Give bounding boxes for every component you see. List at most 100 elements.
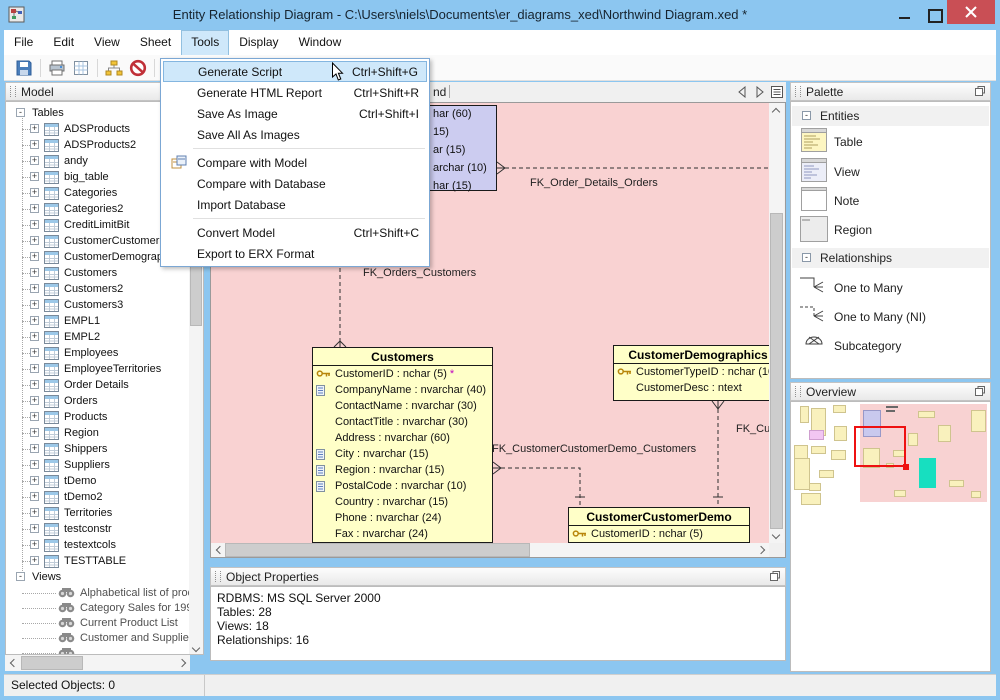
menu-item-compare-with-model[interactable]: Compare with Model [163, 152, 427, 173]
print-icon[interactable] [45, 58, 69, 78]
menu-window[interactable]: Window [289, 30, 352, 55]
tree-toggle[interactable]: + [30, 508, 39, 517]
float-panel-icon[interactable] [770, 570, 780, 584]
tree-toggle[interactable]: + [30, 380, 39, 389]
tree-toggle[interactable]: + [30, 428, 39, 437]
block-icon[interactable] [126, 58, 150, 78]
entity-column[interactable]: CustomerID : nchar (5) [569, 526, 749, 542]
tree-toggle[interactable]: + [30, 348, 39, 357]
minimize-button[interactable] [899, 17, 910, 19]
overview-viewport-rect[interactable] [854, 426, 906, 467]
tree-node-table-testtable[interactable]: + TESTTABLE [6, 553, 189, 569]
tree-node-table-empl2[interactable]: + EMPL2 [6, 329, 189, 345]
tree-scroll-left-button[interactable] [5, 656, 19, 670]
tree-toggle[interactable]: + [30, 124, 39, 133]
float-panel-icon[interactable] [975, 85, 985, 99]
tree-node-table-orders[interactable]: + Orders [6, 393, 189, 409]
tree-toggle[interactable]: + [30, 156, 39, 165]
tree-toggle[interactable]: - [16, 108, 25, 117]
tab-next-icon[interactable] [755, 85, 765, 101]
palette-section-entities[interactable]: - Entities [792, 106, 989, 126]
panel-grip[interactable] [215, 571, 221, 582]
tab-list-icon[interactable] [771, 86, 783, 101]
tree-toggle[interactable]: + [30, 316, 39, 325]
tree-toggle[interactable]: + [30, 524, 39, 533]
menu-item-generate-script[interactable]: Generate Script Ctrl+Shift+G [163, 61, 427, 82]
entity-column[interactable]: ContactName : nvarchar (30) [313, 398, 492, 414]
palette-item-region[interactable]: Region [792, 216, 989, 244]
palette-item-note[interactable]: Note [792, 187, 989, 215]
entity-customers[interactable]: Customers CustomerID : nchar (5) * Compan… [312, 347, 493, 543]
menu-item-compare-with-database[interactable]: Compare with Database [163, 173, 427, 194]
tree-node-table-testextcols[interactable]: + testextcols [6, 537, 189, 553]
menu-item-export-to-erx-format[interactable]: Export to ERX Format [163, 243, 427, 264]
entity-column[interactable]: CustomerDesc : ntext [614, 380, 769, 396]
entity-column[interactable]: PostalCode : nvarchar (10) [313, 478, 492, 494]
menu-sheet[interactable]: Sheet [130, 30, 181, 55]
menu-edit[interactable]: Edit [43, 30, 84, 55]
collapse-icon[interactable]: - [802, 253, 811, 262]
entity-column[interactable]: Country : nvarchar (15) [313, 494, 492, 510]
entity-column[interactable]: Address : nvarchar (60) [313, 430, 492, 446]
diagram-vscroll-thumb[interactable] [770, 213, 783, 529]
panel-grip[interactable] [795, 386, 801, 397]
entity-column[interactable]: CustomerID : nchar (5) * [313, 366, 492, 382]
entity-column[interactable]: ContactTitle : nvarchar (30) [313, 414, 492, 430]
tree-node-views[interactable]: - Views [6, 569, 189, 585]
overview-minimap[interactable] [792, 403, 990, 519]
entity-column[interactable]: CustomerTypeID : nchar (10) [614, 364, 769, 380]
tree-scroll-down-button[interactable] [189, 642, 203, 654]
tree-toggle[interactable]: + [30, 412, 39, 421]
overview-viewport-handle[interactable] [903, 464, 909, 470]
tree-toggle[interactable]: + [30, 492, 39, 501]
entity-column[interactable]: Phone : nvarchar (24) [313, 510, 492, 526]
palette-item-one-to-many[interactable]: One to Many [792, 274, 989, 302]
tree-toggle[interactable]: + [30, 204, 39, 213]
palette-section-relationships[interactable]: - Relationships [792, 248, 989, 268]
tree-toggle[interactable]: + [30, 556, 39, 565]
tree-toggle[interactable]: + [30, 236, 39, 245]
entity-customer-demographics[interactable]: CustomerDemographics CustomerTypeID : nc… [613, 345, 769, 401]
tree-node-table-empl1[interactable]: + EMPL1 [6, 313, 189, 329]
menu-item-save-all-as-images[interactable]: Save All As Images [163, 124, 427, 145]
tree-node-table-customers3[interactable]: + Customers3 [6, 297, 189, 313]
close-button[interactable] [947, 0, 995, 24]
diagram-scroll-down-button[interactable] [769, 529, 783, 543]
tab-prev-icon[interactable] [737, 85, 747, 101]
tree-toggle[interactable]: - [16, 572, 25, 581]
menu-item-generate-html-report[interactable]: Generate HTML Report Ctrl+Shift+R [163, 82, 427, 103]
panel-grip[interactable] [795, 86, 801, 97]
diagram-hscroll-thumb[interactable] [225, 543, 530, 557]
tree-toggle[interactable]: + [30, 364, 39, 373]
diagram-tab-northwind[interactable]: nd [433, 85, 446, 99]
tree-node-table-employees[interactable]: + Employees [6, 345, 189, 361]
tree-node-table-order-details[interactable]: + Order Details [6, 377, 189, 393]
save-icon[interactable] [12, 58, 36, 78]
tree-node-view-current-product-list[interactable]: Current Product List [6, 615, 189, 631]
grid-icon[interactable] [69, 58, 93, 78]
tree-node-table-testconstr[interactable]: + testconstr [6, 521, 189, 537]
palette-item-one-to-many-ni-[interactable]: One to Many (NI) [792, 303, 989, 331]
entity-column[interactable]: City : nvarchar (15) [313, 446, 492, 462]
tree-toggle[interactable]: + [30, 140, 39, 149]
tree-node-view-customer-and-suppliers-b[interactable]: Customer and Suppliers b [6, 630, 203, 646]
tree-node-view-alphabetical-list-of-produ[interactable]: Alphabetical list of produ [6, 585, 200, 601]
layout-icon[interactable] [102, 58, 126, 78]
entity-column[interactable]: Fax : nvarchar (24) [313, 526, 492, 542]
tree-node-table-employeeterritories[interactable]: + EmployeeTerritories [6, 361, 189, 377]
tree-toggle[interactable]: + [30, 332, 39, 341]
tree-scroll-right-button[interactable] [176, 656, 190, 670]
menu-item-import-database[interactable]: Import Database [163, 194, 427, 215]
collapse-icon[interactable]: - [802, 111, 811, 120]
palette-item-view[interactable]: View [792, 158, 989, 186]
palette-item-table[interactable]: Table [792, 128, 989, 156]
tree-node-table-customers[interactable]: + Customers [6, 265, 189, 281]
maximize-button[interactable] [928, 9, 943, 23]
tree-node-table-customers2[interactable]: + Customers2 [6, 281, 189, 297]
menu-file[interactable]: File [4, 30, 43, 55]
tree-node-table-region[interactable]: + Region [6, 425, 189, 441]
tree-toggle[interactable]: + [30, 444, 39, 453]
tree-node-view-category-sales-for-1997[interactable]: Category Sales for 1997 [6, 600, 199, 616]
tree-node-table-tdemo2[interactable]: + tDemo2 [6, 489, 189, 505]
diagram-scroll-left-button[interactable] [211, 543, 225, 557]
